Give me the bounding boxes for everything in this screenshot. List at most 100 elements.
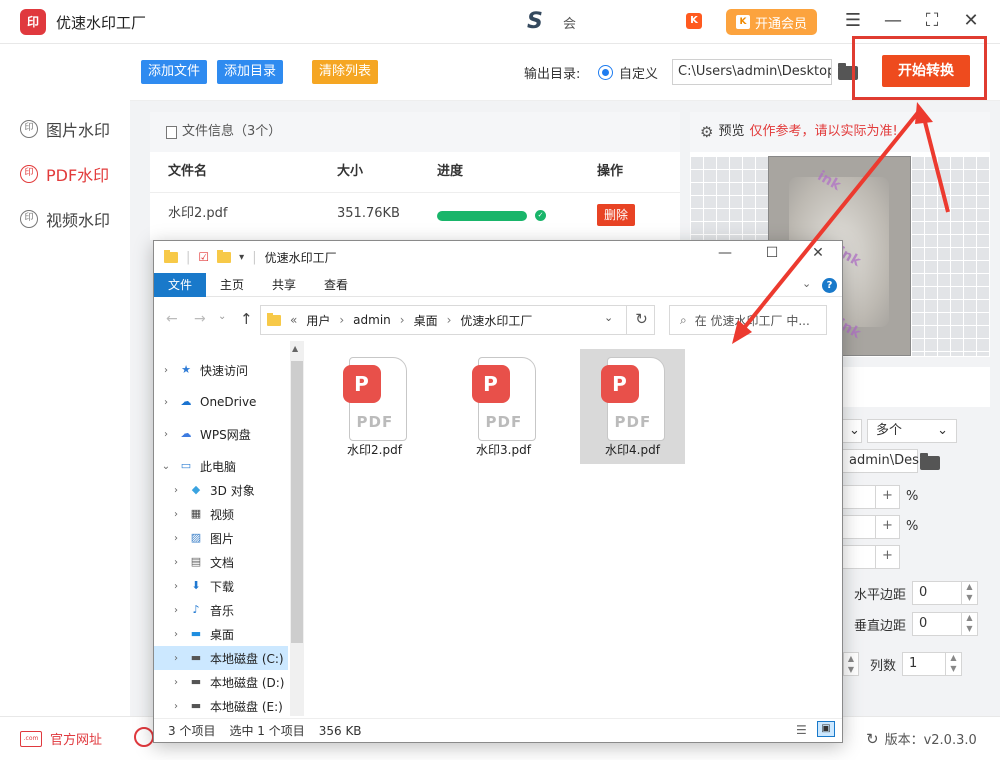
size-input[interactable]: + — [840, 485, 900, 509]
nav-item-wps-drive[interactable]: › ☁ WPS网盘 — [154, 422, 288, 446]
minimize-icon[interactable]: — — [882, 10, 904, 31]
details-view-icon[interactable]: ☰ — [796, 723, 807, 737]
back-icon[interactable]: ← — [166, 311, 178, 327]
plus-icon[interactable]: + — [875, 485, 899, 509]
chevron-right-icon[interactable]: › — [400, 313, 405, 327]
plus-icon[interactable]: + — [875, 545, 899, 569]
breadcrumb-overflow-icon[interactable]: « — [290, 313, 297, 327]
explorer-maximize-icon[interactable]: ☐ — [761, 245, 783, 261]
file-item[interactable]: P PDF 水印2.pdf — [322, 349, 427, 464]
maximize-icon[interactable]: ⛶ — [921, 10, 943, 31]
ribbon-expand-icon[interactable]: ⌄ — [802, 277, 811, 290]
start-convert-button[interactable]: 开始转换 — [882, 55, 970, 87]
opacity-input[interactable]: + — [840, 515, 900, 539]
settings-path-input[interactable]: admin\Des — [840, 449, 919, 473]
chevron-right-icon[interactable]: › — [447, 313, 452, 327]
breadcrumb-item[interactable]: 桌面 — [414, 312, 438, 329]
file-item[interactable]: P PDF 水印3.pdf — [451, 349, 556, 464]
nav-item-drive-d[interactable]: › ▬ 本地磁盘 (D:) — [154, 670, 288, 694]
custom-radio[interactable]: 自定义 — [598, 63, 658, 82]
search-input[interactable]: ⌕ 在 优速水印工厂 中... — [669, 305, 827, 335]
explorer-close-icon[interactable]: ✕ — [807, 245, 829, 261]
add-file-button[interactable]: 添加文件 — [141, 60, 208, 84]
vip-button[interactable]: K 开通会员 — [726, 9, 818, 35]
breadcrumb-item[interactable]: 优速水印工厂 — [460, 312, 532, 329]
address-bar[interactable]: « 用户 › admin › 桌面 › 优速水印工厂 — [260, 305, 655, 335]
tab-share[interactable]: 共享 — [258, 273, 310, 297]
breadcrumb-item[interactable]: admin — [353, 313, 391, 327]
sidebar-item-image-watermark[interactable]: 印 图片水印 — [20, 117, 110, 141]
nav-item-music[interactable]: › ♪ 音乐 — [154, 598, 288, 622]
menu-icon[interactable]: ☰ — [842, 10, 864, 31]
scroll-up-icon[interactable]: ▲ — [292, 344, 298, 353]
angle-input[interactable]: + — [840, 545, 900, 569]
tab-file[interactable]: 文件 — [154, 272, 207, 297]
nav-item-drive-e[interactable]: › ▬ 本地磁盘 (E:) — [154, 694, 288, 718]
nav-item-this-pc[interactable]: ⌄ ▭ 此电脑 — [154, 454, 288, 478]
delete-button[interactable]: 删除 — [597, 204, 636, 226]
refresh-icon[interactable]: ↻ — [626, 305, 656, 335]
official-website-link[interactable]: .com 官方网址 — [20, 729, 102, 748]
vip-badge-icon[interactable]: K — [686, 13, 702, 29]
chevron-right-icon[interactable]: › — [170, 557, 182, 568]
folder-icon[interactable] — [920, 453, 940, 470]
version-info[interactable]: ↻ 版本：v2.0.3.0 — [866, 729, 977, 749]
chevron-right-icon[interactable]: › — [170, 701, 182, 712]
large-icons-view-icon[interactable]: ▣ — [817, 721, 835, 737]
help-icon[interactable]: ? — [822, 278, 837, 293]
nav-item-onedrive[interactable]: › ☁ OneDrive — [154, 390, 288, 414]
chevron-right-icon[interactable]: › — [170, 581, 182, 592]
nav-item-documents[interactable]: › ▤ 文档 — [154, 550, 288, 574]
chevron-right-icon[interactable]: › — [170, 605, 182, 616]
v-margin-input[interactable]: 0 ▲ ▼ — [912, 612, 978, 636]
nav-item-quick-access[interactable]: › ★ 快速访问 — [154, 358, 288, 382]
chevron-right-icon[interactable]: › — [170, 629, 182, 640]
nav-item-videos[interactable]: › ▦ 视频 — [154, 502, 288, 526]
plus-icon[interactable]: + — [875, 515, 899, 539]
nav-item-downloads[interactable]: › ⬇ 下载 — [154, 574, 288, 598]
up-icon[interactable]: ↑ — [240, 310, 253, 328]
stepper-icon[interactable]: ▲ ▼ — [843, 652, 859, 676]
sidebar-item-pdf-watermark[interactable]: 印 PDF水印 — [20, 162, 109, 186]
breadcrumb-item[interactable]: 用户 — [306, 312, 330, 329]
stepper-icon[interactable]: ▲ ▼ — [961, 581, 977, 605]
scrollbar-thumb[interactable] — [291, 361, 303, 643]
chevron-right-icon[interactable]: › — [339, 313, 344, 327]
chevron-right-icon[interactable]: › — [170, 509, 182, 520]
address-dropdown-icon[interactable]: ⌄ — [604, 311, 613, 324]
nav-item-3d-objects[interactable]: › ◆ 3D 对象 — [154, 478, 288, 502]
chevron-right-icon[interactable]: › — [170, 677, 182, 688]
nav-item-pictures[interactable]: › ▨ 图片 — [154, 526, 288, 550]
properties-icon[interactable]: ☑ — [198, 250, 209, 264]
chevron-down-icon[interactable]: ⌄ — [160, 461, 172, 472]
add-directory-button[interactable]: 添加目录 — [217, 60, 284, 84]
columns-input[interactable]: 1 ▲ ▼ — [902, 652, 962, 676]
chevron-right-icon[interactable]: › — [160, 397, 172, 408]
mode-select[interactable]: 多个 ⌄ — [867, 419, 957, 443]
stepper-icon[interactable]: ▲ ▼ — [945, 652, 961, 676]
chevron-right-icon[interactable]: › — [160, 365, 172, 376]
sidebar-item-video-watermark[interactable]: 印 视频水印 — [20, 207, 110, 231]
chevron-right-icon[interactable]: › — [160, 429, 172, 440]
output-path-input[interactable]: C:\Users\admin\Desktop — [672, 59, 832, 85]
recent-dropdown-icon[interactable]: ⌄ — [218, 311, 226, 322]
chevron-right-icon[interactable]: › — [170, 653, 182, 664]
tab-view[interactable]: 查看 — [310, 273, 362, 297]
support-icon[interactable] — [134, 727, 154, 747]
chevron-right-icon[interactable]: › — [170, 485, 182, 496]
quick-access-dropdown-icon[interactable]: ▾ — [239, 252, 244, 263]
new-folder-icon[interactable] — [217, 249, 232, 263]
explorer-minimize-icon[interactable]: — — [714, 245, 736, 261]
close-icon[interactable]: ✕ — [960, 10, 982, 31]
forward-icon[interactable]: → — [194, 311, 206, 327]
user-info[interactable]: S 会 — [527, 10, 576, 34]
chevron-right-icon[interactable]: › — [170, 533, 182, 544]
h-margin-input[interactable]: 0 ▲ ▼ — [912, 581, 978, 605]
clear-list-button[interactable]: 清除列表 — [312, 60, 379, 84]
file-item-selected[interactable]: P PDF 水印4.pdf — [580, 349, 685, 464]
tab-home[interactable]: 主页 — [206, 273, 258, 297]
nav-item-desktop[interactable]: › ▬ 桌面 — [154, 622, 288, 646]
stepper-icon[interactable]: ▲ ▼ — [961, 612, 977, 636]
chevron-down-icon[interactable]: ⌄ — [840, 419, 862, 443]
nav-item-drive-c[interactable]: › ▬ 本地磁盘 (C:) — [154, 646, 288, 670]
